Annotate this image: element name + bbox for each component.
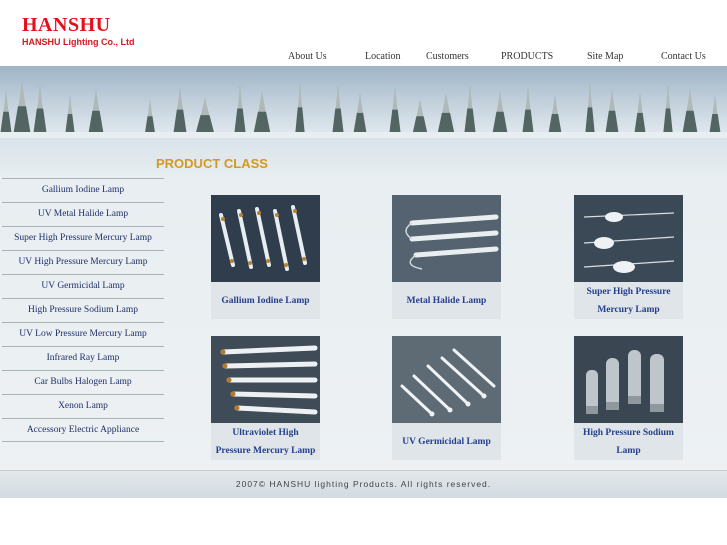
banner-image [0,66,727,138]
main-content: PRODUCT CLASS Gallium Iodine Lamp UV Met… [0,138,727,470]
nav-site-map[interactable]: Site Map [587,51,623,62]
super-high-pressure-mercury-lamp-photo[interactable] [574,195,683,282]
ultraviolet-high-pressure-mercury-lamp-photo[interactable] [211,336,320,423]
product-card-uv-germicidal-lamp[interactable]: UV Germicidal Lamp [392,336,501,460]
caption-line: Ultraviolet High [232,427,299,438]
nav-customers[interactable]: Customers [426,51,469,62]
sidebar-item-uv-metal-halide-lamp[interactable]: UV Metal Halide Lamp [2,202,164,226]
caption-line: Lamp [616,445,641,456]
company-name: HANSHU Lighting Co., Ltd [22,37,135,47]
product-card-gallium-iodine-lamp[interactable]: Gallium Iodine Lamp [211,195,320,319]
nav-about-us[interactable]: About Us [288,51,327,62]
caption-line: Gallium Iodine Lamp [221,295,310,306]
sidebar-item-accessory-electric-appliance[interactable]: Accessory Electric Appliance [2,418,164,442]
uv-germicidal-lamp-photo[interactable] [392,336,501,423]
product-card-metal-halide-lamp[interactable]: Metal Halide Lamp [392,195,501,319]
product-card-high-pressure-sodium-lamp[interactable]: High Pressure Sodium Lamp [574,336,683,460]
nav-products[interactable]: PRODUCTS [501,51,553,62]
nav-contact-us[interactable]: Contact Us [661,51,706,62]
caption-line: Super High Pressure [586,286,671,297]
caption-line: UV Germicidal Lamp [402,436,491,447]
product-caption[interactable]: Gallium Iodine Lamp [211,282,320,319]
copyright-text: 2007© HANSHU lighting Products. All righ… [235,479,492,489]
sidebar-item-xenon-lamp[interactable]: Xenon Lamp [2,394,164,418]
caption-line: Mercury Lamp [597,304,660,315]
product-caption[interactable]: UV Germicidal Lamp [392,423,501,460]
footer: 2007© HANSHU lighting Products. All righ… [0,470,727,498]
sidebar-item-car-bulbs-halogen-lamp[interactable]: Car Bulbs Halogen Lamp [2,370,164,394]
gallium-iodine-lamp-photo[interactable] [211,195,320,282]
logo[interactable]: HANSHU [22,14,111,36]
product-card-ultraviolet-high-pressure-mercury-lamp[interactable]: Ultraviolet High Pressure Mercury Lamp [211,336,320,460]
sidebar-item-infrared-ray-lamp[interactable]: Infrared Ray Lamp [2,346,164,370]
metal-halide-lamp-photo[interactable] [392,195,501,282]
caption-line: Metal Halide Lamp [406,295,487,306]
product-caption[interactable]: High Pressure Sodium Lamp [574,423,683,460]
sidebar-item-super-high-pressure-mercury-lamp[interactable]: Super High Pressure Mercury Lamp [2,226,164,250]
sidebar-item-uv-high-pressure-mercury-lamp[interactable]: UV High Pressure Mercury Lamp [2,250,164,274]
product-caption[interactable]: Ultraviolet High Pressure Mercury Lamp [211,423,320,460]
nav-location[interactable]: Location [365,51,401,62]
high-pressure-sodium-lamp-photo[interactable] [574,336,683,423]
sidebar-item-uv-low-pressure-mercury-lamp[interactable]: UV Low Pressure Mercury Lamp [2,322,164,346]
caption-line: High Pressure Sodium [583,427,674,438]
page-title: PRODUCT CLASS [156,156,268,171]
caption-line: Pressure Mercury Lamp [215,445,316,456]
product-caption[interactable]: Metal Halide Lamp [392,282,501,319]
header: HANSHU HANSHU Lighting Co., Ltd About Us… [0,0,727,66]
product-caption[interactable]: Super High Pressure Mercury Lamp [574,282,683,319]
product-category-menu: Gallium Iodine Lamp UV Metal Halide Lamp… [2,178,164,442]
winter-forest-banner [0,66,727,138]
product-card-super-high-pressure-mercury-lamp[interactable]: Super High Pressure Mercury Lamp [574,195,683,319]
sidebar-item-uv-germicidal-lamp[interactable]: UV Germicidal Lamp [2,274,164,298]
sidebar-item-high-pressure-sodium-lamp[interactable]: High Pressure Sodium Lamp [2,298,164,322]
sidebar-item-gallium-iodine-lamp[interactable]: Gallium Iodine Lamp [2,178,164,202]
